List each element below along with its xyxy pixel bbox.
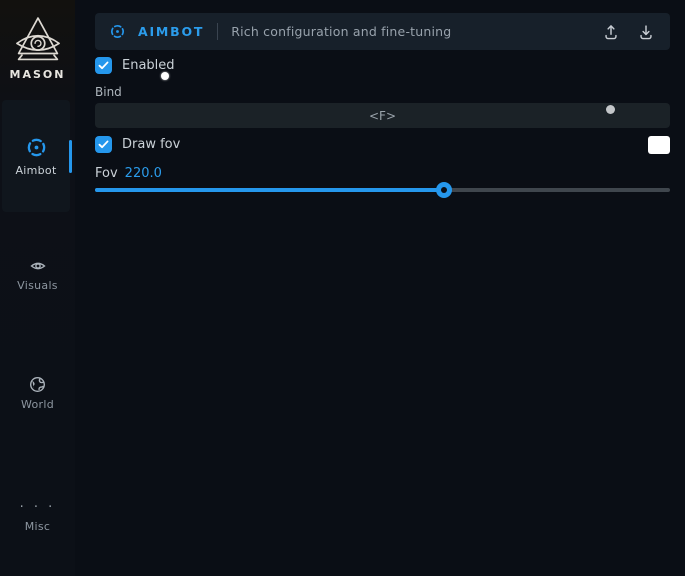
sidebar-item-label: Aimbot: [15, 164, 56, 177]
sidebar: MASON Aimbot Visuals: [0, 0, 75, 576]
bind-label: Bind: [95, 85, 122, 99]
eye-icon: [0, 258, 75, 274]
selected-indicator-bar: [69, 140, 72, 173]
fov-label: Fov: [95, 166, 118, 181]
sidebar-item-misc[interactable]: · · · Misc: [0, 496, 75, 533]
draw-fov-row: Draw fov: [95, 136, 180, 153]
download-icon[interactable]: [636, 22, 656, 42]
mouse-cursor-dot: [161, 72, 169, 80]
sidebar-item-label: Visuals: [0, 279, 75, 292]
crosshair-icon: [25, 136, 48, 159]
sidebar-item-visuals[interactable]: Visuals: [0, 258, 75, 292]
fov-color-swatch[interactable]: [648, 136, 670, 154]
page-header: AIMBOT Rich configuration and fine-tunin…: [95, 13, 670, 50]
sidebar-item-label: Misc: [0, 520, 75, 533]
page-title: AIMBOT: [138, 24, 204, 39]
app-window: MASON Aimbot Visuals: [0, 0, 685, 576]
draw-fov-label: Draw fov: [122, 137, 180, 152]
upload-icon[interactable]: [601, 22, 621, 42]
ellipsis-icon: · · ·: [20, 500, 56, 515]
sidebar-item-world[interactable]: World: [0, 376, 75, 411]
sidebar-item-aimbot[interactable]: Aimbot: [2, 100, 70, 212]
fov-value: 220.0: [125, 166, 162, 181]
fov-slider-fill: [95, 188, 444, 192]
logo-text: MASON: [0, 68, 75, 81]
enabled-label: Enabled: [122, 58, 175, 73]
pyramid-eye-icon: [0, 14, 75, 66]
draw-fov-checkbox[interactable]: [95, 136, 112, 153]
bind-input[interactable]: <F>: [95, 103, 670, 128]
enabled-checkbox[interactable]: [95, 57, 112, 74]
fov-slider-handle[interactable]: [436, 182, 452, 198]
globe-icon: [0, 376, 75, 393]
main-panel: AIMBOT Rich configuration and fine-tunin…: [75, 0, 685, 576]
fov-row: Fov 220.0: [95, 166, 162, 181]
logo: MASON: [0, 14, 75, 81]
crosshair-icon: [109, 23, 126, 40]
header-divider: [217, 23, 218, 40]
fov-slider[interactable]: [95, 182, 670, 198]
sidebar-item-label: World: [0, 398, 75, 411]
bind-field-dot: [606, 105, 615, 114]
bind-value: <F>: [369, 109, 396, 123]
page-subtitle: Rich configuration and fine-tuning: [231, 24, 451, 39]
